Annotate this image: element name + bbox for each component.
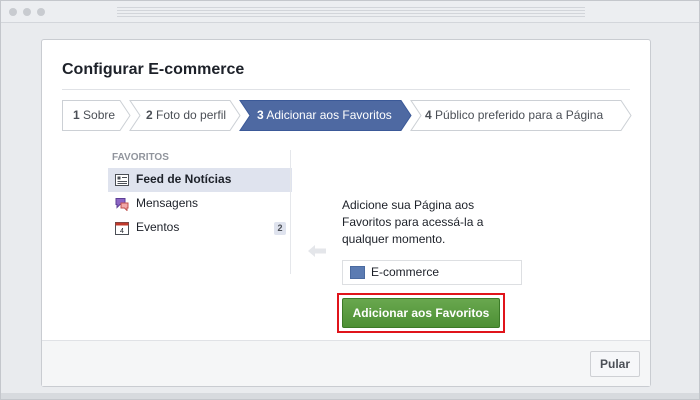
calendar-icon: 4 <box>115 222 129 235</box>
news-feed-icon <box>115 174 129 186</box>
sidebar-item-label: Eventos <box>136 220 180 234</box>
sidebar-item-mensagens[interactable]: Mensagens <box>108 192 292 216</box>
step-wizard: 1 Sobre 2 Foto do perfil 3 Adicionar aos… <box>62 100 632 131</box>
sidebar-heading: FAVORITOS <box>112 152 169 163</box>
sidebar-item-feed[interactable]: Feed de Notícias <box>108 168 292 192</box>
step-label: Foto do perfil <box>156 108 227 122</box>
titlebar-grip <box>117 13 585 14</box>
highlight-box: Adicionar aos Favoritos <box>337 293 505 333</box>
titlebar-grip <box>117 16 585 17</box>
add-to-favorites-button[interactable]: Adicionar aos Favoritos <box>342 298 500 328</box>
page-thumbnail-icon <box>350 266 365 279</box>
step-label: Sobre <box>83 108 116 122</box>
sidebar-item-label: Feed de Notícias <box>136 172 232 186</box>
titlebar-grip <box>117 7 585 8</box>
events-count-badge: 2 <box>274 222 286 235</box>
calendar-icon-day: 4 <box>120 228 124 235</box>
step-label: Público preferido para a Página <box>435 108 604 122</box>
dialog-footer: Pular <box>42 340 650 386</box>
messages-icon <box>115 198 129 211</box>
step-adicionar-favoritos[interactable]: 3 Adicionar aos Favoritos <box>246 100 392 131</box>
step-number: 3 <box>257 108 264 122</box>
step-publico-preferido[interactable]: 4 Público preferido para a Página <box>414 100 603 131</box>
step-number: 1 <box>73 108 80 122</box>
favorite-page-preview: E-commerce <box>342 260 522 285</box>
skip-button[interactable]: Pular <box>590 351 640 377</box>
step-number: 4 <box>425 108 432 122</box>
sidebar-item-eventos[interactable]: 4 Eventos 2 <box>108 216 292 240</box>
step-sobre[interactable]: 1 Sobre <box>62 100 115 131</box>
setup-dialog: Configurar E-commerce 1 Sobre 2 Foto do … <box>41 39 651 387</box>
window-dot-icon[interactable] <box>37 8 45 16</box>
favorites-sidebar: FAVORITOS Feed de Notícias Mensagens 4 E… <box>108 150 292 240</box>
step-number: 2 <box>146 108 153 122</box>
step-foto-do-perfil[interactable]: 2 Foto do perfil <box>135 100 226 131</box>
dialog-title: Configurar E-commerce <box>62 61 245 78</box>
step-label: Adicionar aos Favoritos <box>266 108 392 122</box>
window-titlebar <box>1 1 699 23</box>
window-bottom-bar <box>1 393 699 399</box>
sidebar-item-label: Mensagens <box>136 196 199 210</box>
vertical-divider <box>290 150 291 274</box>
favorites-description: Adicione sua Página aos Favoritos para a… <box>342 198 484 246</box>
browser-window: Configurar E-commerce 1 Sobre 2 Foto do … <box>0 0 700 400</box>
divider <box>62 89 630 90</box>
window-dot-icon[interactable] <box>23 8 31 16</box>
arrow-left-icon <box>308 245 326 257</box>
window-dot-icon[interactable] <box>9 8 17 16</box>
titlebar-grip <box>117 10 585 11</box>
favorite-page-name: E-commerce <box>371 265 440 279</box>
